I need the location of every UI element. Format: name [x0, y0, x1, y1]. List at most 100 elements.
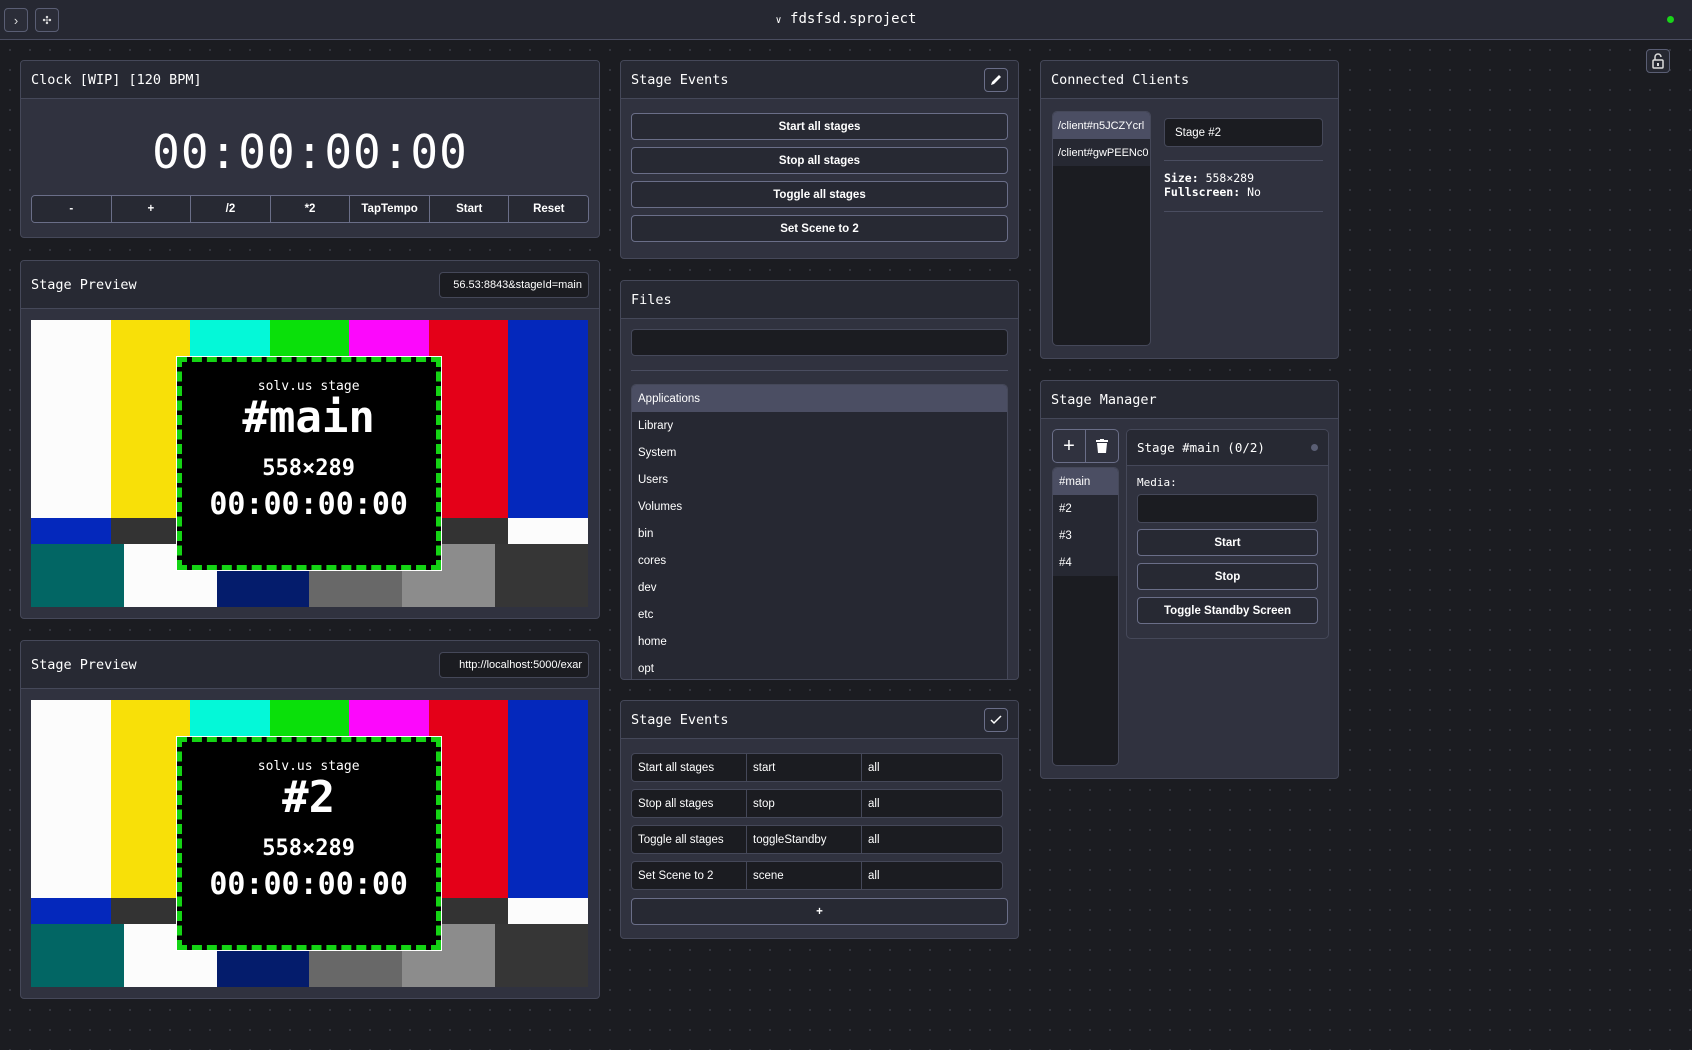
lock-icon	[1652, 53, 1664, 69]
divider	[1164, 211, 1323, 212]
tap-tempo-button[interactable]: TapTempo	[350, 196, 430, 222]
stage-size: 558×289	[262, 835, 356, 861]
file-item[interactable]: etc	[632, 601, 1007, 628]
color-bar	[508, 518, 588, 544]
url-text: http://localhost:5000/exar	[459, 658, 582, 671]
event-action-cell[interactable]: toggleStandby	[747, 826, 862, 853]
halve-button[interactable]: /2	[191, 196, 271, 222]
file-item[interactable]: home	[632, 628, 1007, 655]
stop-all-stages-button[interactable]: Stop all stages	[631, 147, 1008, 174]
files-search-input[interactable]	[631, 329, 1008, 356]
event-action-cell[interactable]: start	[747, 754, 862, 781]
color-bar	[495, 543, 588, 607]
file-item[interactable]: Users	[632, 466, 1007, 493]
test-card: solv.us stage #2 558×289 00:00:00:00	[31, 700, 588, 987]
preview-header: Stage Preview http://localhost:5000/exar	[21, 641, 599, 689]
color-bar	[508, 898, 588, 924]
edit-button[interactable]	[984, 67, 1008, 92]
stage-stop-button[interactable]: Stop	[1137, 563, 1318, 590]
clock-panel: Clock [WIP] [120 BPM] 00:00:00:00 - + /2…	[20, 60, 600, 238]
file-item[interactable]: Library	[632, 412, 1007, 439]
stage-status-icon	[1311, 444, 1318, 451]
stage-item[interactable]: #4	[1053, 549, 1118, 576]
plus-icon: +	[1063, 434, 1075, 457]
preview-header: Stage Preview 56.53:8843&stageId=main	[21, 261, 599, 309]
client-item[interactable]: /client#gwPEENc0	[1053, 139, 1150, 166]
stage-item[interactable]: #3	[1053, 522, 1118, 549]
file-item[interactable]: Volumes	[632, 493, 1007, 520]
event-row: Start all stages start all	[631, 753, 1003, 782]
preview-url-input[interactable]: 56.53:8843&stageId=main	[439, 271, 589, 298]
stage-item[interactable]: #main	[1053, 468, 1118, 495]
color-bar	[31, 543, 124, 607]
event-action-cell[interactable]: scene	[747, 862, 862, 889]
stage-detail-header: Stage #main (0/2)	[1127, 430, 1328, 466]
toggle-standby-button[interactable]: Toggle Standby Screen	[1137, 597, 1318, 624]
event-label-cell[interactable]: Toggle all stages	[632, 826, 747, 853]
project-selector[interactable]: ∨ fdsfsd.sproject	[0, 11, 1692, 27]
add-event-button[interactable]: +	[631, 898, 1008, 925]
panel-title: Connected Clients	[1051, 71, 1190, 88]
file-list[interactable]: Applications Library System Users Volumes bin…	[631, 384, 1008, 679]
fullscreen-label: Fullscreen:	[1164, 185, 1241, 199]
add-stage-button[interactable]: +	[1053, 430, 1086, 462]
connected-clients-panel: Connected Clients /client#n5JCZYcrl /cli…	[1040, 60, 1339, 359]
checkmark-icon	[990, 714, 1002, 724]
event-row: Stop all stages stop all	[631, 789, 1003, 818]
file-item[interactable]: Applications	[632, 385, 1007, 412]
event-row: Set Scene to 2 scene all	[631, 861, 1003, 890]
event-target-cell[interactable]: all	[862, 754, 1002, 781]
start-all-stages-button[interactable]: Start all stages	[631, 113, 1008, 140]
increase-button[interactable]: +	[111, 196, 192, 222]
clients-header: Connected Clients	[1041, 61, 1338, 99]
project-name: fdsfsd.sproject	[790, 11, 917, 27]
file-item[interactable]: cores	[632, 547, 1007, 574]
media-input[interactable]	[1137, 494, 1318, 523]
reset-button[interactable]: Reset	[509, 196, 588, 222]
stage-id: #main	[242, 391, 375, 443]
file-item[interactable]: opt	[632, 655, 1007, 679]
stage-events-header: Stage Events	[621, 61, 1018, 99]
event-label-cell[interactable]: Set Scene to 2	[632, 862, 747, 889]
url-text: 56.53:8843&stageId=main	[453, 278, 582, 291]
save-button[interactable]	[984, 707, 1008, 732]
file-item[interactable]: bin	[632, 520, 1007, 547]
panel-title: Stage Preview	[31, 276, 137, 293]
lock-button[interactable]	[1646, 49, 1670, 73]
client-name-input[interactable]: Stage #2	[1164, 118, 1323, 147]
test-card: solv.us stage #main 558×289 00:00:00:00	[31, 320, 588, 607]
client-item[interactable]: /client#n5JCZYcrl	[1053, 112, 1150, 139]
start-button[interactable]: Start	[429, 196, 510, 222]
stage-clock: 00:00:00:00	[209, 866, 408, 902]
divider	[631, 370, 1008, 371]
color-bar	[495, 923, 588, 987]
toggle-all-stages-button[interactable]: Toggle all stages	[631, 181, 1008, 208]
stage-item[interactable]: #2	[1053, 495, 1118, 522]
event-row: Toggle all stages toggleStandby all	[631, 825, 1003, 854]
event-target-cell[interactable]: all	[862, 826, 1002, 853]
panel-title: Stage Manager	[1051, 391, 1157, 408]
event-target-cell[interactable]: all	[862, 790, 1002, 817]
client-list: /client#n5JCZYcrl /client#gwPEENc0	[1052, 111, 1151, 346]
size-label: Size:	[1164, 171, 1199, 185]
files-panel: Files Applications Library System Users Volu…	[620, 280, 1019, 680]
stage-events-header: Stage Events	[621, 701, 1018, 739]
stage-start-button[interactable]: Start	[1137, 529, 1318, 556]
stage-preview-panel: Stage Preview http://localhost:5000/exar …	[20, 640, 600, 999]
event-label-cell[interactable]: Stop all stages	[632, 790, 747, 817]
file-item[interactable]: System	[632, 439, 1007, 466]
clock-controls: - + /2 *2 TapTempo Start Reset	[31, 195, 589, 223]
event-target-cell[interactable]: all	[862, 862, 1002, 889]
decrease-button[interactable]: -	[32, 196, 112, 222]
event-label-cell[interactable]: Start all stages	[632, 754, 747, 781]
panel-title: Files	[631, 291, 672, 308]
event-action-cell[interactable]: stop	[747, 790, 862, 817]
stage-detail-title: Stage #main (0/2)	[1137, 440, 1265, 455]
stage-list: #main #2 #3 #4	[1052, 467, 1119, 766]
preview-url-input[interactable]: http://localhost:5000/exar	[439, 651, 589, 678]
set-scene-button[interactable]: Set Scene to 2	[631, 215, 1008, 242]
delete-stage-button[interactable]	[1086, 430, 1118, 462]
stage-detail: Stage #main (0/2) Media: Start Stop Togg…	[1126, 429, 1329, 639]
double-button[interactable]: *2	[270, 196, 351, 222]
file-item[interactable]: dev	[632, 574, 1007, 601]
